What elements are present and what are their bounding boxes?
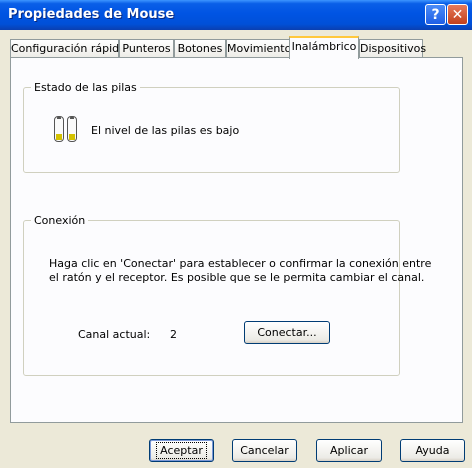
accept-button[interactable]: Aceptar [149, 439, 214, 462]
apply-button-label: Aplicar [330, 444, 368, 457]
connect-button-label: Conectar... [257, 326, 317, 339]
window-title: Propiedades de Mouse [8, 7, 175, 22]
mouse-properties-dialog: Propiedades de Mouse ? ✕ Configuración r… [0, 0, 472, 468]
current-channel-value: 2 [170, 328, 177, 341]
tab-pointers[interactable]: Punteros [119, 39, 174, 58]
tab-label: Inalámbrico [291, 40, 357, 53]
cancel-button[interactable]: Cancelar [232, 439, 297, 462]
battery-low-icon [54, 114, 78, 144]
tab-wireless[interactable]: Inalámbrico [289, 36, 359, 59]
title-bar[interactable]: Propiedades de Mouse ? ✕ [0, 0, 472, 30]
connection-description-line-1: Haga clic en 'Conectar' para establecer … [49, 257, 432, 270]
tab-label: Botones [177, 42, 223, 55]
wireless-tab-panel: Estado de las pilas El nivel de las pila… [10, 57, 463, 423]
close-button[interactable]: ✕ [447, 4, 468, 25]
connection-group: Conexión Haga clic en 'Conectar' para es… [23, 214, 431, 376]
tab-motion[interactable]: Movimiento [226, 39, 292, 58]
help-title-button[interactable]: ? [425, 4, 446, 25]
tab-devices[interactable]: Dispositivos [359, 39, 427, 58]
connect-button[interactable]: Conectar... [244, 321, 330, 344]
connection-group-title: Conexión [31, 214, 89, 227]
close-icon: ✕ [451, 6, 464, 23]
connection-description-line-2: el ratón y el receptor. Es posible que s… [49, 271, 425, 284]
tab-buttons[interactable]: Botones [174, 39, 226, 58]
apply-button[interactable]: Aplicar [316, 439, 382, 462]
help-button[interactable]: Ayuda [400, 439, 465, 462]
accept-button-label: Aceptar [156, 442, 207, 459]
cancel-button-label: Cancelar [240, 444, 289, 457]
battery-status-text: El nivel de las pilas es bajo [91, 124, 240, 137]
tab-quick-setup[interactable]: Configuración rápida [10, 39, 126, 58]
tab-label: Punteros [122, 42, 171, 55]
battery-status-group: Estado de las pilas El nivel de las pila… [23, 81, 400, 173]
tab-label: Configuración rápida [11, 42, 126, 55]
current-channel-label: Canal actual: [78, 328, 151, 341]
battery-group-title: Estado de las pilas [31, 81, 140, 94]
help-button-label: Ayuda [415, 444, 450, 457]
question-mark-icon: ? [431, 6, 440, 23]
tab-label: Movimiento [227, 42, 292, 55]
tab-label: Dispositivos [360, 42, 427, 55]
